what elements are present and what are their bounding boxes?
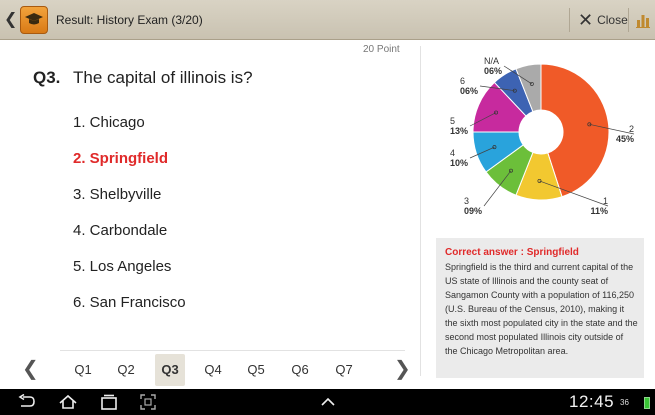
- chevron-left-icon[interactable]: ❮: [4, 10, 17, 30]
- slice-label: 4: [450, 148, 455, 158]
- graduation-cap-icon[interactable]: [20, 6, 48, 34]
- slice-percent: 45%: [616, 134, 634, 144]
- slice-percent: 06%: [484, 66, 502, 76]
- nav-divider: [60, 350, 405, 351]
- slice-percent: 10%: [450, 158, 468, 168]
- slice-label: 6: [460, 76, 465, 86]
- nav-item-q4[interactable]: Q4: [198, 354, 228, 386]
- nav-item-q2[interactable]: Q2: [111, 354, 141, 386]
- answer-option[interactable]: 1. Chicago: [73, 114, 186, 150]
- answer-option[interactable]: 5. Los Angeles: [73, 258, 186, 294]
- slice-label: 1: [603, 196, 608, 206]
- slice-percent: 13%: [450, 126, 468, 136]
- answer-info-box: Correct answer : Springfield Springfield…: [436, 238, 644, 378]
- signal-status: 36: [620, 398, 629, 407]
- chevron-up-icon[interactable]: [320, 394, 336, 410]
- slice-percent: 11%: [590, 206, 608, 216]
- answer-distribution-chart: 245%111%309%410%513%606%N/A06%: [450, 56, 635, 216]
- chevron-left-icon[interactable]: ❮: [22, 358, 39, 380]
- answer-list: 1. Chicago 2. Springfield 3. Shelbyville…: [73, 114, 186, 330]
- pane-divider: [420, 46, 421, 376]
- points-label: 20 Point: [363, 44, 400, 55]
- nav-item-q5[interactable]: Q5: [241, 354, 271, 386]
- slice-label: 3: [464, 196, 469, 206]
- system-nav-bar: 12:45 36: [0, 389, 655, 415]
- answer-explanation: Springfield is the third and current cap…: [445, 262, 638, 356]
- slice-label: N/A: [484, 56, 499, 66]
- slice-percent: 06%: [460, 86, 478, 96]
- screenshot-icon[interactable]: [140, 394, 156, 410]
- slice-label: 5: [450, 116, 455, 126]
- correct-answer-title: Correct answer : Springfield: [445, 247, 579, 258]
- nav-item-q7[interactable]: Q7: [329, 354, 359, 386]
- clock: 12:45: [569, 392, 615, 411]
- battery-icon: [644, 397, 650, 409]
- recent-apps-icon[interactable]: [100, 394, 118, 410]
- back-arrow-icon[interactable]: [18, 394, 36, 410]
- nav-item-q1[interactable]: Q1: [68, 354, 98, 386]
- divider: [628, 8, 629, 32]
- question-number: Q3.: [33, 68, 61, 87]
- chevron-right-icon[interactable]: ❯: [394, 358, 411, 380]
- close-button[interactable]: ✕ Close: [578, 0, 628, 40]
- slice-percent: 09%: [464, 206, 482, 216]
- nav-item-q6[interactable]: Q6: [285, 354, 315, 386]
- nav-item-q3[interactable]: Q3: [155, 354, 185, 386]
- page-title: Result: History Exam (3/20): [56, 13, 203, 27]
- home-icon[interactable]: [58, 394, 78, 410]
- x-icon: ✕: [578, 10, 594, 30]
- close-label: Close: [597, 13, 628, 27]
- slice-label: 2: [629, 124, 634, 134]
- divider: [569, 8, 570, 32]
- answer-option[interactable]: 3. Shelbyville: [73, 186, 186, 222]
- bar-chart-icon[interactable]: [636, 12, 650, 28]
- answer-option[interactable]: 6. San Francisco: [73, 294, 186, 330]
- question-text: The capital of illinois is?: [73, 68, 253, 87]
- action-bar: ❮ Result: History Exam (3/20) ✕ Close: [0, 0, 655, 40]
- question-nav: ❮ Q1 Q2 Q3 Q4 Q5 Q6 Q7 ❯: [14, 354, 414, 386]
- answer-option[interactable]: 4. Carbondale: [73, 222, 186, 258]
- answer-option-correct[interactable]: 2. Springfield: [73, 150, 186, 186]
